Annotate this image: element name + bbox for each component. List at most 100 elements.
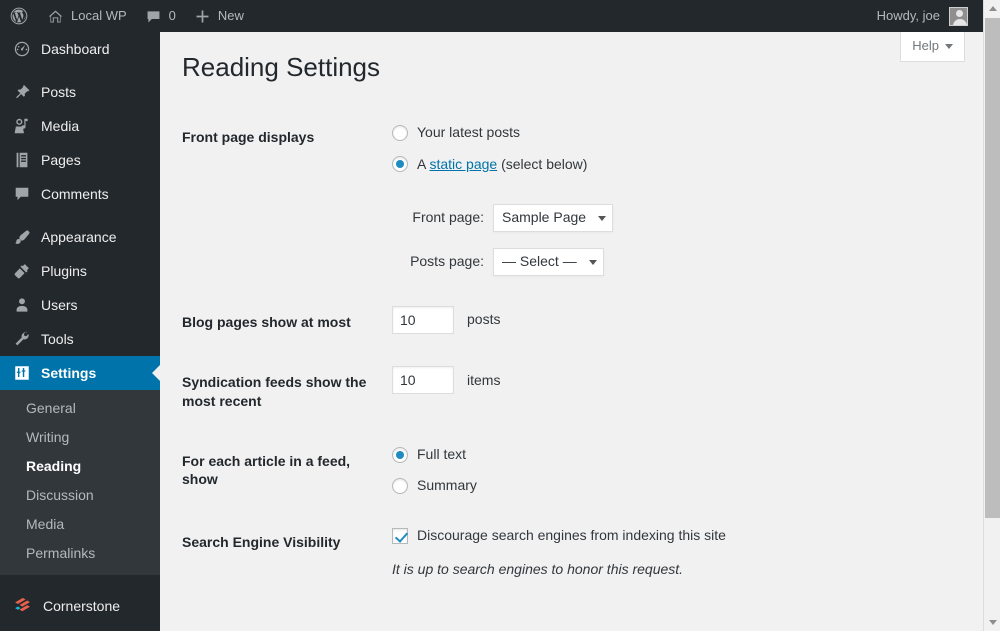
wrench-icon [12, 329, 32, 349]
posts-page-select-value: — Select — [502, 253, 577, 270]
radio-option-full-text[interactable]: Full text [392, 445, 726, 465]
sidebar-item-label: Pages [41, 152, 81, 168]
blog-pages-input[interactable]: 10 [392, 306, 454, 335]
front-page-select[interactable]: Sample Page [493, 204, 614, 233]
radio-static-page-label[interactable]: A static page (select below) [417, 155, 587, 175]
sidebar-item-pages[interactable]: Pages [0, 143, 160, 177]
sidebar-item-label: Plugins [41, 263, 87, 279]
submenu-item-permalinks[interactable]: Permalinks [0, 539, 160, 568]
setting-row-feed-article: For each article in a feed, show Full te… [182, 430, 736, 511]
radio-latest-posts[interactable] [392, 124, 408, 141]
site-name-menu[interactable]: Local WP [38, 0, 136, 32]
radio-option-summary[interactable]: Summary [392, 476, 726, 496]
front-page-select-row: Front page: Sample Page [392, 204, 726, 233]
reading-settings-form: Front page displays Your latest posts A … [182, 108, 736, 594]
radio-option-static-page[interactable]: A static page (select below) [392, 155, 726, 175]
submenu-item-media[interactable]: Media [0, 510, 160, 539]
feed-article-controls: Full text Summary [382, 430, 736, 511]
settings-submenu: General Writing Reading Discussion Media… [0, 390, 160, 575]
wordpress-logo-menu[interactable] [0, 0, 38, 32]
howdy-label: Howdy, joe [876, 8, 940, 23]
triangle-down-icon [988, 620, 997, 625]
admin-bar-right: Howdy, joe [868, 0, 983, 32]
radio-summary[interactable] [392, 478, 408, 495]
setting-row-front-page-displays: Front page displays Your latest posts A … [182, 108, 736, 291]
discourage-search-engines-checkbox[interactable] [392, 527, 408, 544]
radio-summary-label[interactable]: Summary [417, 476, 477, 496]
home-icon [48, 10, 63, 22]
radio-latest-posts-label[interactable]: Your latest posts [417, 123, 520, 143]
posts-page-select-row: Posts page: — Select — [392, 248, 726, 277]
sidebar-item-plugins[interactable]: Plugins [0, 254, 160, 288]
radio-option-latest-posts[interactable]: Your latest posts [392, 123, 726, 143]
page-icon [12, 150, 32, 170]
setting-row-syndication-feeds: Syndication feeds show the most recent 1… [182, 351, 736, 429]
help-tab-button[interactable]: Help [900, 32, 965, 62]
sidebar-item-tools[interactable]: Tools [0, 322, 160, 356]
new-content-menu[interactable]: New [185, 0, 253, 32]
sidebar-item-posts[interactable]: Posts [0, 75, 160, 109]
syndication-feeds-unit: items [467, 371, 501, 388]
page-title: Reading Settings [182, 52, 381, 82]
admin-bar: Local WP 0 New Howdy, joe [0, 0, 983, 32]
posts-page-select[interactable]: — Select — [493, 248, 604, 277]
sidebar-item-media[interactable]: Media [0, 109, 160, 143]
main-content: Help Reading Settings Front page display… [160, 32, 983, 631]
checkbox-option-discourage[interactable]: Discourage search engines from indexing … [392, 526, 726, 546]
submenu-item-general[interactable]: General [0, 394, 160, 423]
media-icon [12, 116, 32, 136]
sidebar-item-label: Users [41, 297, 78, 313]
admin-sidebar-menu: Dashboard Posts Media Pages Comments App… [0, 32, 160, 631]
menu-separator [0, 575, 160, 584]
help-label: Help [912, 38, 939, 53]
sidebar-item-label: Dashboard [41, 41, 110, 57]
sidebar-item-label: Tools [41, 331, 74, 347]
comments-menu[interactable]: 0 [136, 0, 185, 32]
comment-bubble-icon [12, 184, 32, 204]
avatar [949, 6, 968, 26]
front-page-select-value: Sample Page [502, 209, 587, 226]
feed-article-label: For each article in a feed, show [182, 452, 351, 487]
user-icon [12, 295, 32, 315]
scrollbar-up-button[interactable] [984, 0, 1000, 17]
radio-full-text-label[interactable]: Full text [417, 445, 466, 465]
search-engine-visibility-label: Search Engine Visibility [182, 533, 341, 550]
submenu-item-writing[interactable]: Writing [0, 423, 160, 452]
syndication-feeds-controls: 10 items [382, 351, 736, 429]
sidebar-item-comments[interactable]: Comments [0, 177, 160, 211]
sidebar-item-dashboard[interactable]: Dashboard [0, 32, 160, 66]
sidebar-item-settings[interactable]: Settings [0, 356, 160, 390]
submenu-item-discussion[interactable]: Discussion [0, 481, 160, 510]
chevron-down-icon [945, 43, 953, 49]
plus-icon [196, 10, 209, 22]
front-page-displays-label: Front page displays [182, 129, 315, 145]
sidebar-item-appearance[interactable]: Appearance [0, 220, 160, 254]
static-page-prefix: A [417, 155, 430, 172]
scrollbar-down-button[interactable] [984, 614, 1000, 631]
sidebar-item-users[interactable]: Users [0, 288, 160, 322]
comment-bubble-icon [147, 10, 160, 22]
sidebar-item-cornerstone[interactable]: Cornerstone [0, 584, 160, 628]
front-page-displays-controls: Your latest posts A static page (select … [382, 108, 736, 291]
new-label: New [217, 8, 244, 23]
submenu-item-reading[interactable]: Reading [0, 452, 160, 481]
blog-pages-label: Blog pages show at most [182, 314, 351, 331]
menu-separator [0, 66, 160, 75]
discourage-search-engines-label[interactable]: Discourage search engines from indexing … [417, 526, 726, 546]
sidebar-item-label: Settings [41, 365, 97, 381]
search-engine-visibility-controls: Discourage search engines from indexing … [382, 511, 736, 594]
cornerstone-icon [12, 595, 34, 617]
page-scrollbar[interactable] [983, 0, 1000, 631]
dashboard-icon [12, 39, 32, 59]
radio-static-page[interactable] [392, 156, 408, 173]
settings-sliders-icon [12, 363, 32, 383]
blog-pages-controls: 10 posts [382, 291, 736, 351]
sidebar-item-label: Appearance [41, 229, 117, 245]
radio-full-text[interactable] [392, 446, 408, 463]
sidebar-item-label: Cornerstone [43, 598, 121, 614]
front-page-select-label: Front page: [412, 209, 484, 226]
syndication-feeds-input[interactable]: 10 [392, 366, 454, 395]
my-account-menu[interactable]: Howdy, joe [868, 0, 977, 32]
static-page-link[interactable]: static page [429, 156, 497, 172]
scrollbar-thumb[interactable] [985, 18, 1000, 518]
